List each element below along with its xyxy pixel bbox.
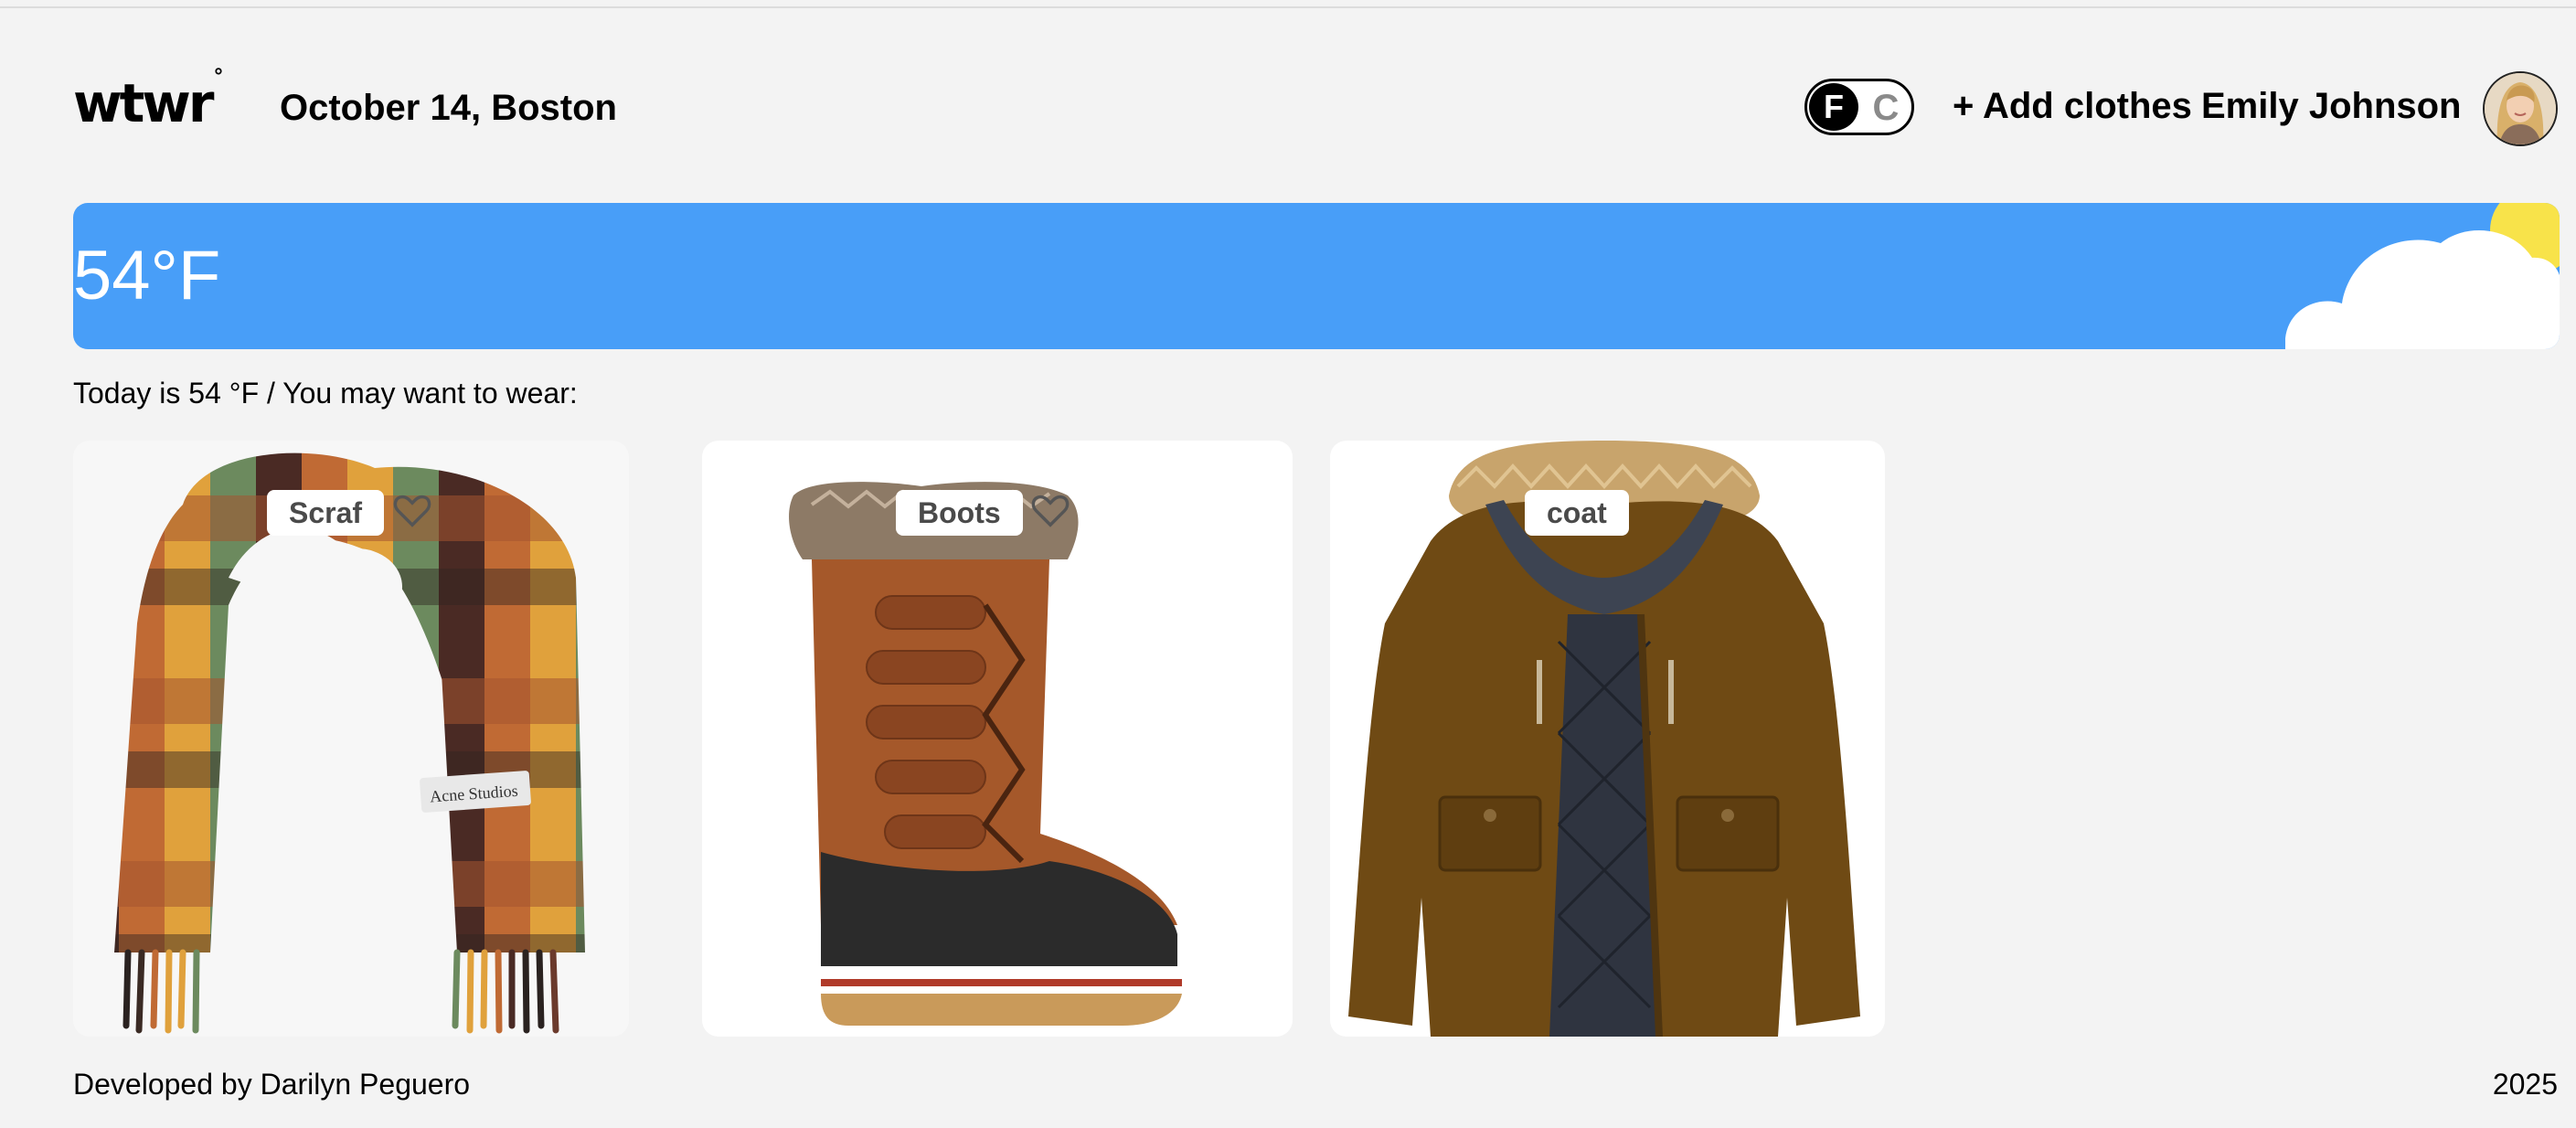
app-header: wtwr° October 14, Boston F C + Add cloth… — [73, 67, 2560, 150]
toggle-option-f[interactable]: F — [1809, 83, 1858, 131]
item-name-label: Boots — [896, 490, 1023, 536]
footer-year: 2025 — [2492, 1068, 2558, 1101]
heart-icon[interactable] — [1029, 488, 1071, 530]
item-name-label: Scraf — [267, 490, 385, 536]
weather-banner: 54°F — [73, 203, 2560, 349]
temperature-unit-toggle[interactable]: F C — [1804, 79, 1914, 135]
item-card-coat[interactable]: coat — [1330, 441, 1885, 1037]
cloud-icon — [2285, 230, 2560, 349]
weather-temperature: 54°F — [73, 237, 221, 314]
clothing-suggestion-text: Today is 54 °F / You may want to wear: — [73, 377, 578, 410]
add-clothes-button[interactable]: + Add clothes — [1953, 86, 2192, 127]
user-avatar[interactable] — [2483, 71, 2558, 146]
app-logo[interactable]: wtwr° — [73, 67, 224, 130]
item-card-boots[interactable]: Boots — [702, 441, 1293, 1037]
heart-icon[interactable] — [391, 488, 433, 530]
item-card-scarf[interactable]: Acne Studios Scraf — [73, 441, 629, 1037]
footer-credit: Developed by Darilyn Peguero — [73, 1068, 471, 1101]
toggle-option-c[interactable]: C — [1868, 81, 1904, 133]
date-location: October 14, Boston — [280, 88, 617, 128]
avatar-image — [2485, 73, 2556, 144]
top-divider — [0, 6, 2576, 8]
weather-illustration — [2285, 203, 2560, 349]
logo-text: wtwr — [73, 72, 214, 134]
user-name[interactable]: Emily Johnson — [2201, 86, 2462, 127]
item-name-label: coat — [1525, 490, 1629, 536]
logo-mark: ° — [213, 65, 224, 89]
